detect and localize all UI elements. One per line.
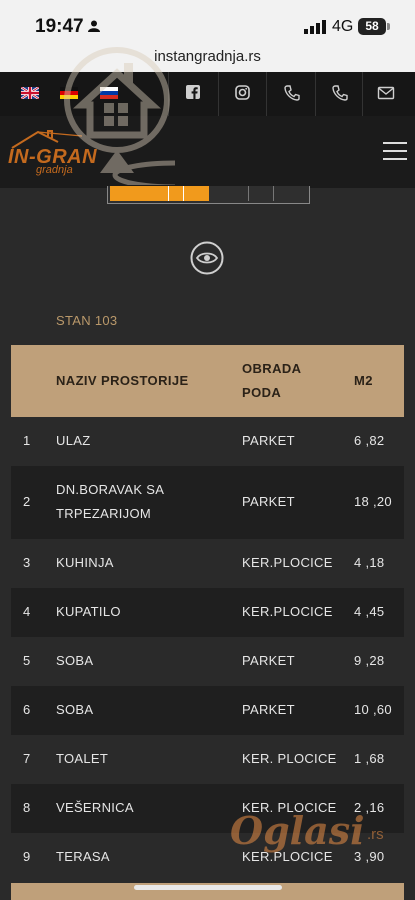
column-header-name: NAZIV PROSTORIJE — [56, 373, 189, 388]
watermark-house-icon — [64, 47, 175, 185]
floor-plan-image — [107, 186, 310, 204]
watermark-logo-suffix: .rs — [367, 826, 384, 843]
network-type: 4G — [332, 18, 354, 35]
phone-icon[interactable] — [331, 84, 349, 102]
table-row: 5 SOBA PARKET 9 ,28 — [23, 653, 385, 668]
mail-icon[interactable] — [377, 84, 395, 102]
table-row: 7 TOALET KER. PLOCICE 1 ,68 — [23, 751, 385, 766]
battery-tip — [387, 23, 390, 30]
table-row: 4 KUPATILO KER.PLOCICE 4 ,45 — [11, 588, 404, 637]
home-indicator[interactable] — [134, 885, 282, 890]
facebook-icon[interactable] — [185, 84, 203, 102]
divider — [266, 72, 267, 116]
phone-icon[interactable] — [283, 84, 301, 102]
column-header-floor: OBRADA PODA — [242, 361, 302, 400]
table-header: NAZIV PROSTORIJE OBRADA PODA M2 — [11, 345, 404, 417]
table-row: 6 SOBA PARKET 10 ,60 — [11, 686, 404, 735]
divider — [218, 72, 219, 116]
status-time: 19:47 — [35, 16, 84, 37]
column-header-area: M2 — [354, 373, 373, 388]
instagram-icon[interactable] — [234, 84, 252, 102]
eye-icon[interactable] — [190, 241, 224, 275]
flag-uk-icon[interactable] — [21, 87, 39, 99]
battery-icon: 58 — [358, 18, 386, 35]
person-icon — [88, 20, 100, 32]
table-row: 1 ULAZ PARKET 6 ,82 — [23, 433, 385, 448]
table-row: 3 KUHINJA KER.PLOCICE 4 ,18 — [23, 555, 385, 570]
apartment-label: STAN 103 — [56, 313, 118, 328]
watermark-logo: Oglasi — [230, 808, 365, 853]
divider — [315, 72, 316, 116]
menu-icon[interactable] — [383, 142, 407, 162]
signal-icon — [304, 20, 326, 34]
divider — [362, 72, 363, 116]
table-row: 2 DN.BORAVAK SA TRPEZARIJOM PARKET 18 ,2… — [11, 466, 404, 539]
